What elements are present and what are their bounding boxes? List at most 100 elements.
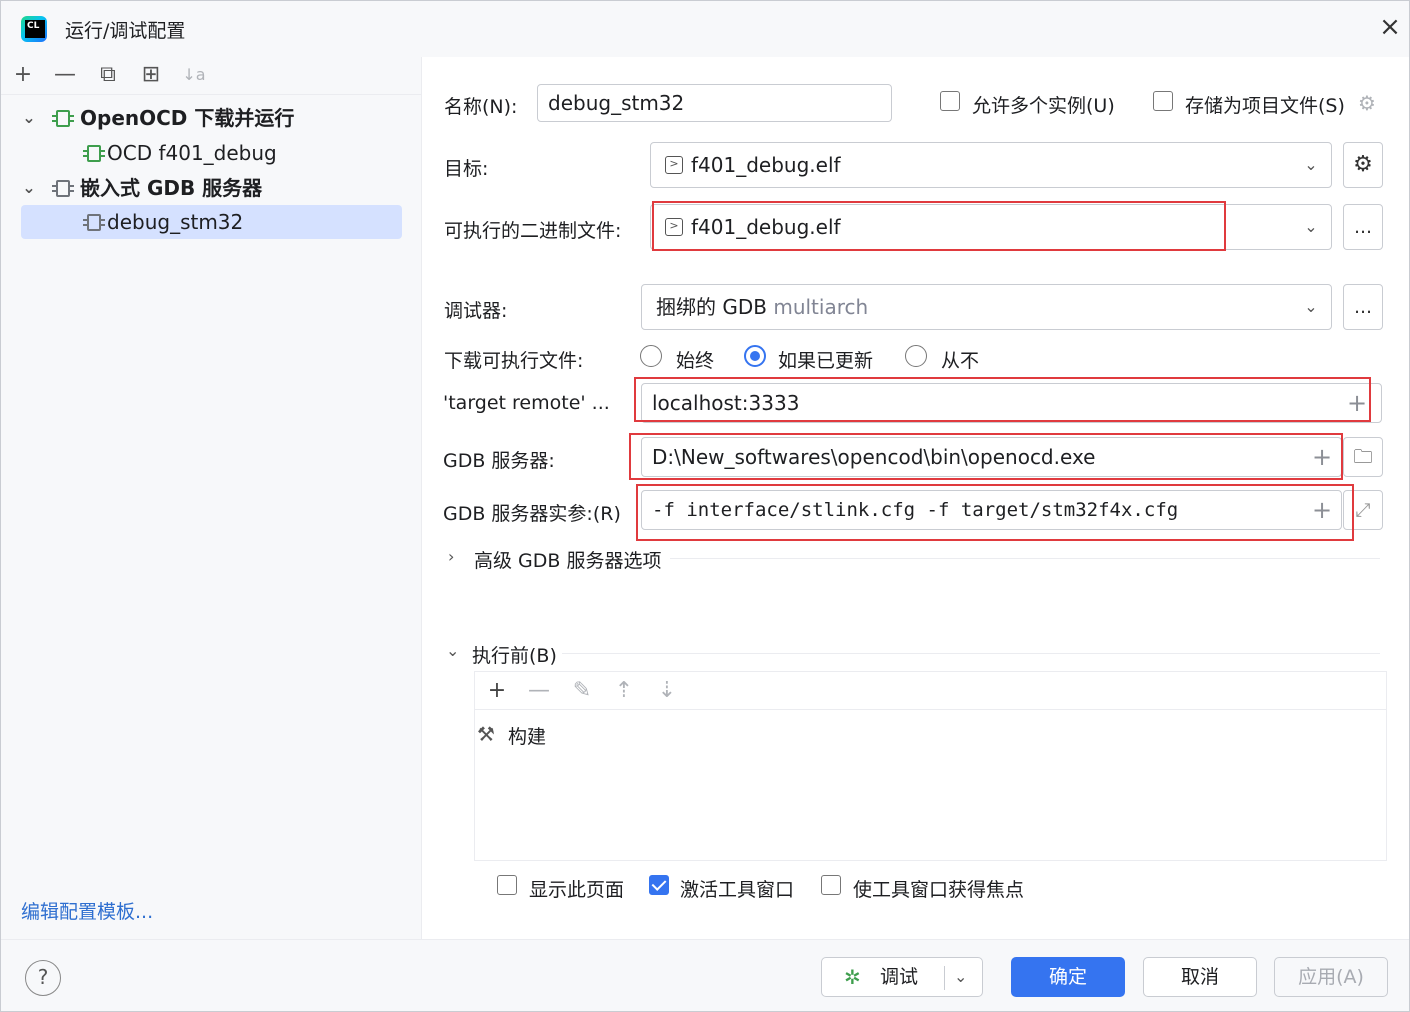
download-never-radio[interactable] [905,345,927,367]
close-icon[interactable]: × [1377,14,1403,40]
ok-button[interactable]: 确定 [1011,957,1125,997]
chevron-right-icon[interactable]: › [448,547,454,566]
sort-icon[interactable]: ↓a [182,63,206,87]
clion-logo-icon [21,16,47,42]
tree-item-label: OCD f401_debug [107,141,277,165]
chevron-down-icon[interactable]: ⌄ [446,641,459,660]
chevron-down-icon[interactable]: ⌄ [1301,205,1321,249]
gear-icon[interactable]: ⚙ [1358,91,1376,115]
tree-group-openocd[interactable]: ⌄ OpenOCD 下载并运行 [1,101,422,135]
expand-args-button[interactable]: ⤢ [1343,490,1383,530]
name-label: 名称(N): [444,96,518,118]
allow-multiple-checkbox[interactable] [940,91,960,111]
activate-tool-window-label[interactable]: 激活工具窗口 [680,875,794,902]
show-page-checkbox[interactable] [497,875,517,895]
focus-tool-window-label[interactable]: 使工具窗口获得焦点 [853,875,1024,902]
before-launch-toolbar: + — ✎ ⇡ ⇣ [475,672,1386,710]
store-as-project-checkbox[interactable] [1153,91,1173,111]
title-bar: 运行/调试配置 × [1,1,1409,57]
before-launch-toggle[interactable]: 执行前(B) [472,641,557,668]
store-as-project-label[interactable]: 存储为项目文件(S) [1185,91,1345,118]
sidebar-toolbar: + — ⧉ ⊞ ↓a [1,57,422,95]
config-form: 名称(N): debug_stm32 允许多个实例(U) 存储为项目文件(S) … [422,57,1409,939]
download-if-updated-radio[interactable] [744,345,766,367]
chip-icon [83,214,105,231]
tree-item-debug-stm32[interactable]: debug_stm32 [21,205,402,239]
config-sidebar: + — ⧉ ⊞ ↓a ⌄ OpenOCD 下载并运行 OCD f401_debu… [1,57,422,939]
download-option-label[interactable]: 如果已更新 [778,346,873,373]
before-launch-panel: + — ✎ ⇡ ⇣ ⚒ 构建 [474,671,1387,861]
executable-value: f401_debug.elf [691,215,841,239]
tree-item-ocd-f401[interactable]: OCD f401_debug [1,136,422,170]
gdb-server-label: GDB 服务器: [443,450,555,472]
chevron-down-icon[interactable]: ⌄ [19,101,39,135]
tree-item-label: OpenOCD 下载并运行 [80,106,295,130]
add-icon[interactable]: + [485,679,509,703]
debugger-label: 调试器: [444,300,508,322]
tree-group-embedded-gdb[interactable]: ⌄ 嵌入式 GDB 服务器 [1,171,422,205]
target-value: f401_debug.elf [691,153,841,177]
folder-icon: 🗀 [1353,446,1373,468]
advanced-gdb-options-toggle[interactable]: 高级 GDB 服务器选项 [474,546,661,573]
debug-button-label: 调试 [880,966,919,988]
activate-tool-window-checkbox[interactable] [649,875,669,895]
browse-debugger-button[interactable]: ... [1343,284,1383,330]
dialog-footer: ? ✲ 调试 ⌄ 确定 取消 应用(A) [1,939,1409,1011]
run-debug-config-dialog: 运行/调试配置 × + — ⧉ ⊞ ↓a ⌄ OpenOCD 下载并运行 OCD… [0,0,1410,1012]
tree-item-label: debug_stm32 [107,210,244,234]
browse-gdb-server-button[interactable]: 🗀 [1343,437,1383,477]
chevron-down-icon[interactable]: ⌄ [1301,143,1321,187]
target-combo[interactable]: > f401_debug.elf ⌄ [650,142,1332,188]
before-launch-item[interactable]: 构建 [508,722,546,749]
remove-icon[interactable]: — [527,679,551,703]
split-divider [944,966,945,990]
move-down-icon[interactable]: ⇣ [655,679,679,703]
focus-tool-window-checkbox[interactable] [821,875,841,895]
move-up-icon[interactable]: ⇡ [612,679,636,703]
add-icon[interactable]: + [11,63,35,87]
apply-button[interactable]: 应用(A) [1274,957,1388,997]
name-input[interactable]: debug_stm32 [537,84,892,122]
download-option-label[interactable]: 始终 [676,346,714,373]
executable-icon: > [665,156,683,174]
openocd-chip-icon [52,110,74,127]
folder-add-icon[interactable]: ⊞ [139,63,163,87]
debugger-combo[interactable]: 捆绑的 GDB multiarch ⌄ [641,284,1332,330]
debugger-hint: multiarch [773,295,869,319]
expand-plus-icon[interactable]: + [1312,445,1332,469]
chevron-down-icon[interactable]: ⌄ [19,171,39,205]
remove-icon[interactable]: — [53,63,77,87]
executable-label: 可执行的二进制文件: [444,220,622,242]
executable-combo[interactable]: > f401_debug.elf ⌄ [650,204,1332,250]
edit-icon[interactable]: ✎ [570,679,594,703]
help-icon[interactable]: ? [25,960,61,996]
allow-multiple-label[interactable]: 允许多个实例(U) [972,91,1115,118]
chip-icon [52,180,74,197]
build-hammer-icon: ⚒ [477,722,495,746]
target-remote-input[interactable]: localhost:3333 [641,383,1382,423]
expand-plus-icon[interactable]: + [1347,391,1367,415]
expand-icon: ⤢ [1355,499,1371,521]
download-always-radio[interactable] [640,345,662,367]
chevron-down-icon[interactable]: ⌄ [1301,285,1321,329]
section-divider [562,653,1380,654]
copy-icon[interactable]: ⧉ [96,63,120,87]
settings-button[interactable]: ⚙ [1343,142,1383,188]
section-divider [670,558,1380,559]
edit-templates-link[interactable]: 编辑配置模板... [21,897,153,924]
target-remote-label: 'target remote' ... [443,392,610,414]
cancel-button[interactable]: 取消 [1143,957,1257,997]
target-label: 目标: [444,158,489,180]
browse-executable-button[interactable]: ... [1343,204,1383,250]
gdb-args-input[interactable]: -f interface/stlink.cfg -f target/stm32f… [641,490,1342,530]
openocd-chip-icon [83,145,105,162]
window-title: 运行/调试配置 [65,20,186,42]
gdb-server-input[interactable]: D:\New_softwares\opencod\bin\openocd.exe [641,437,1342,477]
executable-icon: > [665,218,683,236]
tree-item-label: 嵌入式 GDB 服务器 [80,176,263,200]
download-option-label[interactable]: 从不 [941,346,979,373]
show-page-label[interactable]: 显示此页面 [529,875,624,902]
chevron-down-icon[interactable]: ⌄ [954,958,967,996]
expand-plus-icon[interactable]: + [1312,498,1332,522]
debug-split-button[interactable]: ✲ 调试 ⌄ [821,957,983,997]
